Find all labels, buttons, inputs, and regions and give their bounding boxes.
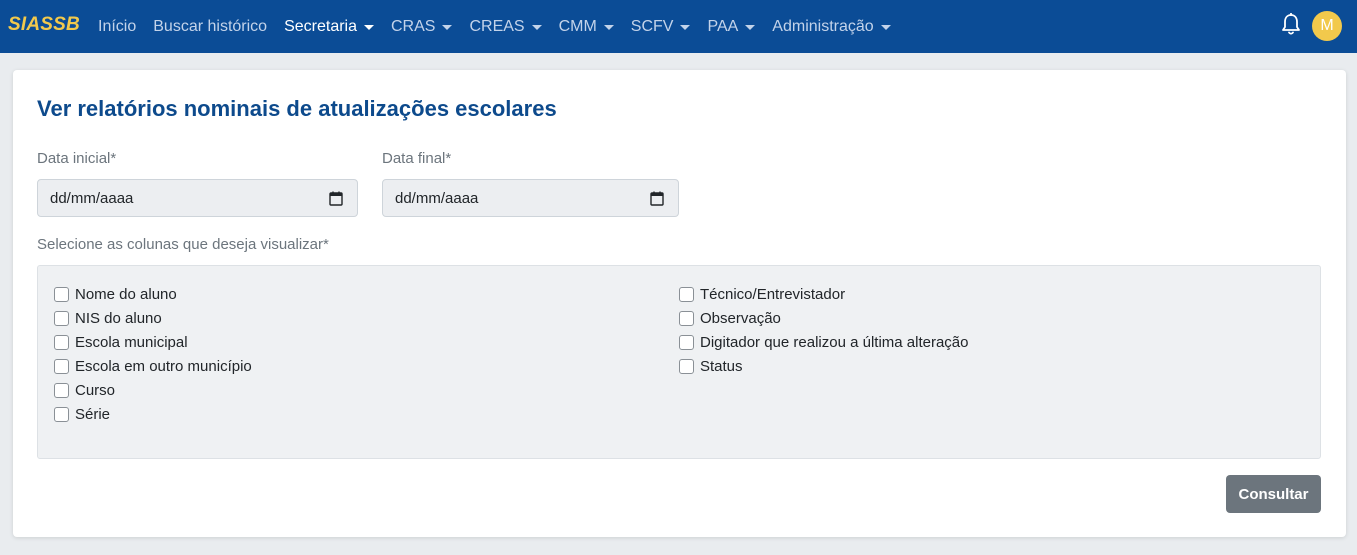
checkbox-curso[interactable]: Curso [54,382,115,399]
nav-item-scfv[interactable]: SCFV [631,18,691,36]
brand-logo[interactable]: SIASSB [8,14,80,36]
nav-item-cras[interactable]: CRAS [391,17,453,36]
nav-item-label: Administração [772,17,874,35]
checkbox-label: Curso [75,382,116,399]
nav-item-secretaria[interactable]: Secretaria [284,18,374,36]
checkbox-nis-do-aluno[interactable]: NIS do aluno [54,310,162,327]
end-date-label: Data final* [382,150,452,167]
nav-item-label: CREAS [469,17,525,35]
bell-icon[interactable] [1281,12,1301,37]
checkbox[interactable] [54,311,69,326]
checkbox-label: Nome do aluno [75,286,177,303]
nav-item-in-cio[interactable]: Início [98,18,136,36]
caret-down-icon [364,24,374,30]
nav-item-label: PAA [707,17,739,35]
checkbox-label: Observação [700,310,781,327]
checkbox-nome-do-aluno[interactable]: Nome do aluno [54,286,177,303]
caret-down-icon [880,24,891,30]
checkbox[interactable] [54,335,69,350]
checkbox-observacao[interactable]: Observação [679,310,781,327]
nav-item-creas[interactable]: CREAS [469,17,542,36]
calendar-icon[interactable] [329,191,343,206]
checkbox-escola-outro-municipio[interactable]: Escola em outro município [54,358,252,375]
calendar-icon[interactable] [650,191,664,206]
checkbox[interactable] [54,383,69,398]
columns-label: Selecione as colunas que deseja visualiz… [37,236,329,253]
end-date-value: dd/mm/aaaa [395,189,479,207]
checkbox[interactable] [679,335,694,350]
nav-item-label: Início [98,17,137,35]
caret-down-icon [603,24,614,30]
checkbox-tecnico-entrevistador[interactable]: Técnico/Entrevistador [679,286,845,303]
nav-item-paa[interactable]: PAA [707,17,756,36]
checkbox-status[interactable]: Status [679,358,743,375]
checkbox[interactable] [679,311,694,326]
user-avatar[interactable]: M [1312,11,1342,41]
checkbox-digitador[interactable]: Digitador que realizou a última alteraçã… [679,334,968,351]
checkbox-label: Técnico/Entrevistador [700,286,846,303]
checkbox-label: Digitador que realizou a última alteraçã… [700,334,969,351]
start-date-label: Data inicial* [37,150,117,167]
checkbox[interactable] [54,359,69,374]
columns-checkbox-group: Nome do aluno NIS do aluno Escola munici… [37,265,1321,459]
nav-item-administra-o[interactable]: Administração [772,17,891,36]
checkbox-serie[interactable]: Série [54,406,110,423]
nav-item-label: Secretaria [284,17,357,35]
nav-item-cmm[interactable]: CMM [559,18,614,36]
nav-item-label: CMM [558,17,597,35]
top-navbar: SIASSB Início Buscar histórico Secretaria C… [0,0,1357,53]
consultar-button[interactable]: Consultar [1226,475,1321,513]
checkbox-label: Escola municipal [75,334,188,351]
start-date-input[interactable]: dd/mm/aaaa [37,179,358,217]
checkbox-escola-municipal[interactable]: Escola municipal [54,334,188,351]
nav-item-label: SCFV [630,17,674,35]
end-date-input[interactable]: dd/mm/aaaa [382,179,679,217]
caret-down-icon [745,24,756,30]
caret-down-icon [442,24,453,30]
checkbox[interactable] [54,287,69,302]
page-title: Ver relatórios nominais de atualizações … [37,96,557,121]
main-nav: Início Buscar histórico Secretaria CRAS CREA… [98,0,908,53]
caret-down-icon [680,24,691,30]
checkbox[interactable] [54,407,69,422]
start-date-value: dd/mm/aaaa [50,189,134,207]
nav-item-label: Buscar histórico [153,17,268,35]
nav-item-label: CRAS [391,17,436,35]
checkbox-label: Série [75,406,111,423]
checkbox[interactable] [679,359,694,374]
checkbox-label: Status [700,358,743,375]
report-card: Ver relatórios nominais de atualizações … [13,70,1346,537]
checkbox[interactable] [679,287,694,302]
checkbox-label: Escola em outro município [75,358,252,375]
caret-down-icon [531,24,542,30]
nav-item-buscar-hist-rico[interactable]: Buscar histórico [153,18,267,36]
checkbox-label: NIS do aluno [75,310,162,327]
